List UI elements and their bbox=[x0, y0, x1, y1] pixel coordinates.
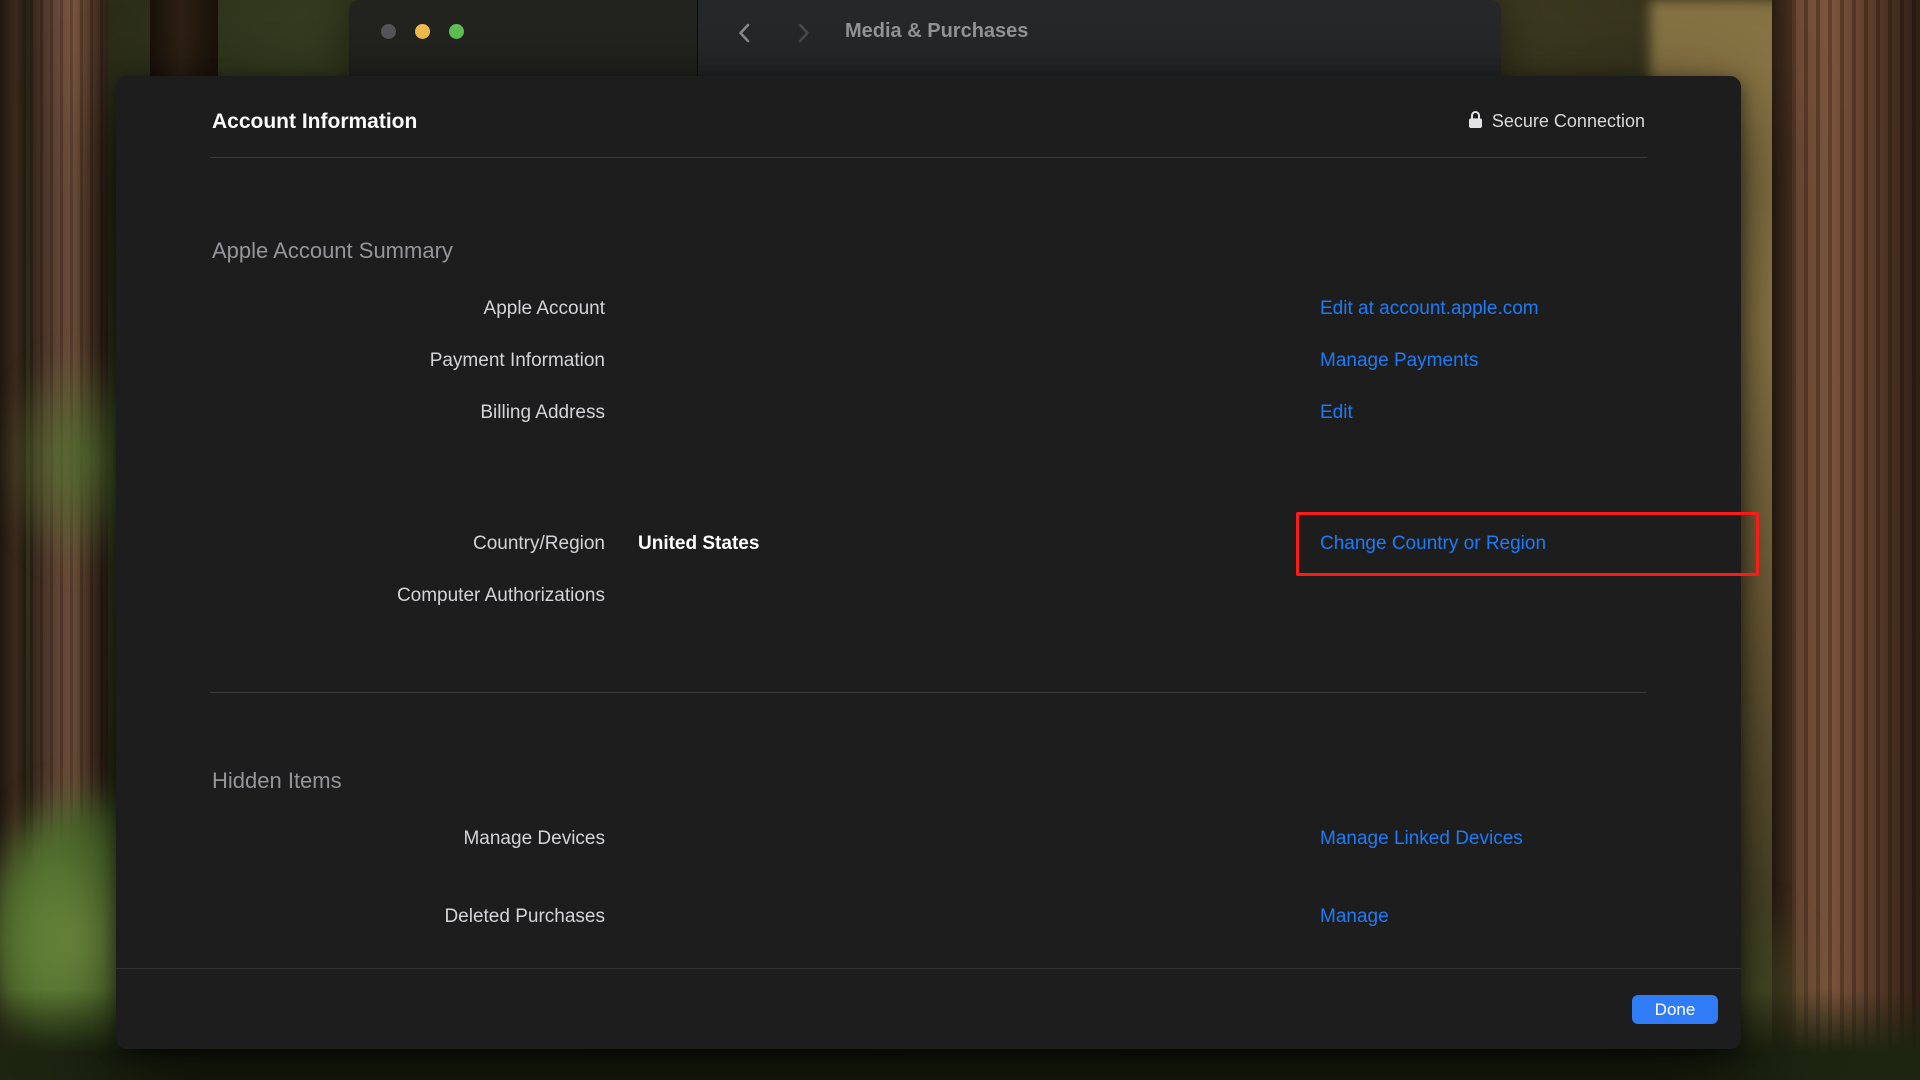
desktop: Media & Purchases Account Information Se… bbox=[0, 0, 1920, 1080]
row-billing-address: Billing Address Edit bbox=[116, 387, 1741, 439]
row-payment-information: Payment Information Manage Payments bbox=[116, 335, 1741, 387]
row-country-region: Country/Region United States Change Coun… bbox=[116, 518, 1741, 570]
back-icon[interactable] bbox=[733, 21, 757, 45]
manage-payments-link[interactable]: Manage Payments bbox=[1320, 350, 1741, 372]
change-country-link[interactable]: Change Country or Region bbox=[1320, 533, 1546, 554]
section-heading-hidden-items: Hidden Items bbox=[212, 768, 1741, 794]
window-title: Media & Purchases bbox=[845, 20, 1028, 43]
edit-billing-link[interactable]: Edit bbox=[1320, 402, 1741, 424]
close-button[interactable] bbox=[381, 24, 396, 39]
forward-icon[interactable] bbox=[791, 21, 815, 45]
manage-linked-devices-link[interactable]: Manage Linked Devices bbox=[1320, 828, 1741, 850]
header-divider bbox=[210, 157, 1647, 158]
zoom-button[interactable] bbox=[449, 24, 464, 39]
country-region-label: Country/Region bbox=[212, 533, 605, 555]
apple-account-label: Apple Account bbox=[212, 298, 605, 320]
account-information-dialog: Account Information Secure Connection Ap… bbox=[116, 76, 1741, 1049]
country-region-value: United States bbox=[605, 533, 1320, 555]
section-divider bbox=[210, 692, 1647, 693]
computer-authorizations-label: Computer Authorizations bbox=[212, 585, 605, 607]
secure-connection-indicator: Secure Connection bbox=[1468, 110, 1645, 134]
section-heading-summary: Apple Account Summary bbox=[212, 238, 1741, 264]
manage-deleted-link[interactable]: Manage bbox=[1320, 906, 1741, 928]
secure-connection-label: Secure Connection bbox=[1492, 111, 1645, 132]
row-computer-authorizations: Computer Authorizations bbox=[116, 570, 1741, 622]
payment-information-label: Payment Information bbox=[212, 350, 605, 372]
annotated-link-wrapper: Change Country or Region bbox=[1320, 533, 1741, 555]
dialog-title: Account Information bbox=[212, 110, 417, 134]
row-apple-account: Apple Account Edit at account.apple.com bbox=[116, 283, 1741, 335]
minimize-button[interactable] bbox=[415, 24, 430, 39]
manage-devices-label: Manage Devices bbox=[212, 828, 605, 850]
billing-address-label: Billing Address bbox=[212, 402, 605, 424]
row-manage-devices: Manage Devices Manage Linked Devices bbox=[116, 813, 1741, 865]
traffic-lights bbox=[381, 24, 464, 39]
done-button[interactable]: Done bbox=[1632, 995, 1718, 1024]
summary-rows: Apple Account Edit at account.apple.com … bbox=[116, 283, 1741, 622]
hidden-items-rows: Manage Devices Manage Linked Devices Del… bbox=[116, 813, 1741, 943]
dialog-footer: Done bbox=[116, 969, 1741, 1050]
edit-at-account-link[interactable]: Edit at account.apple.com bbox=[1320, 298, 1741, 320]
dialog-header: Account Information Secure Connection bbox=[116, 76, 1741, 157]
row-deleted-purchases: Deleted Purchases Manage bbox=[116, 891, 1741, 943]
deleted-purchases-label: Deleted Purchases bbox=[212, 906, 605, 928]
row-spacer bbox=[116, 439, 1741, 518]
lock-icon bbox=[1468, 110, 1483, 134]
